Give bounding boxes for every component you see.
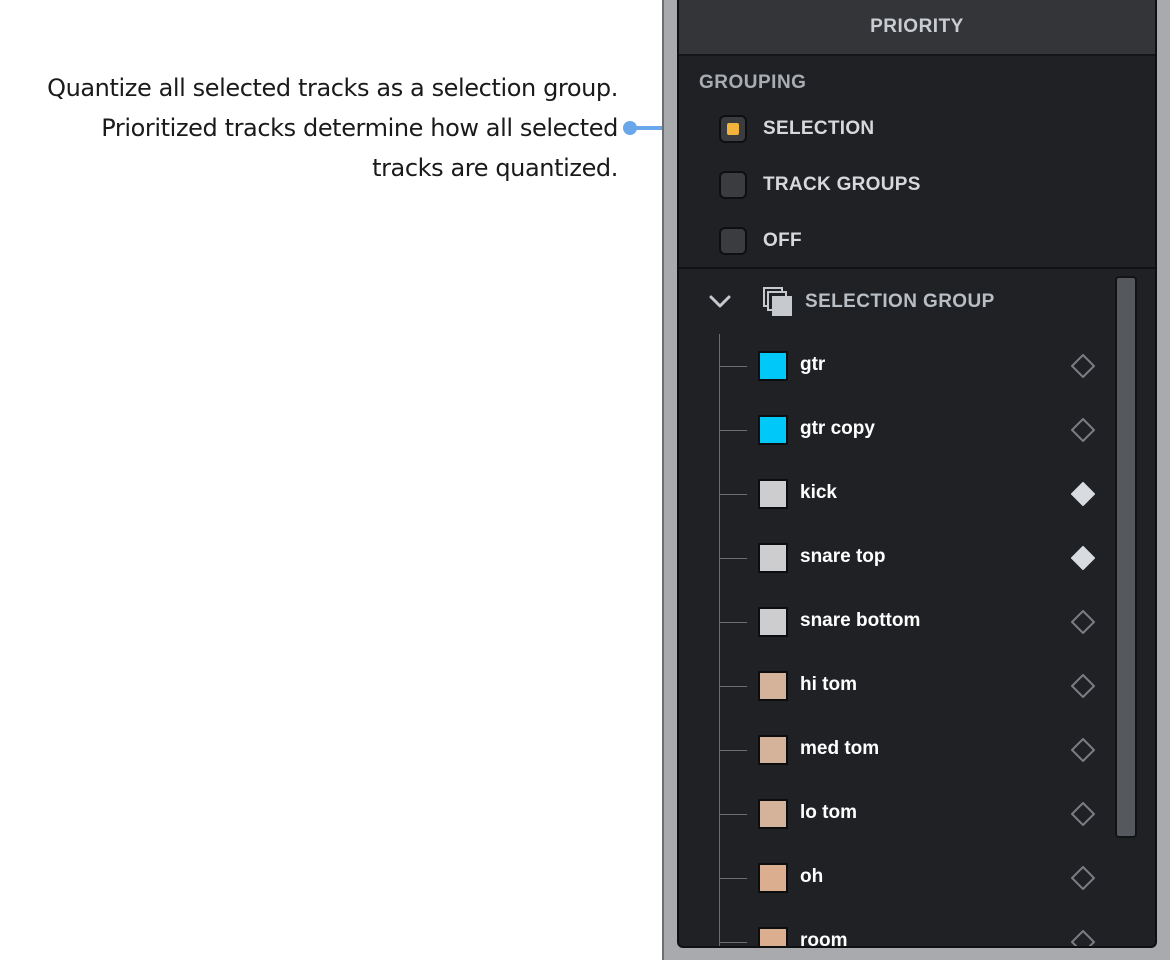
track-color-swatch — [758, 479, 788, 509]
option-label: OFF — [763, 230, 802, 251]
tree-branch — [719, 686, 747, 687]
grouping-label: GROUPING — [699, 72, 807, 93]
tree-branch — [719, 430, 747, 431]
selection-checkbox[interactable] — [719, 115, 747, 143]
section-divider — [679, 267, 1155, 269]
track-name: lo tom — [800, 802, 857, 823]
track-row[interactable]: med tom — [719, 734, 1099, 766]
track-row[interactable]: hi tom — [719, 670, 1099, 702]
tree-branch — [719, 622, 747, 623]
callout-text: Quantize all selected tracks as a select… — [0, 68, 618, 188]
track-color-swatch — [758, 543, 788, 573]
option-track-groups[interactable]: TRACK GROUPS — [719, 168, 921, 202]
priority-diamond-icon[interactable] — [1071, 354, 1095, 378]
track-name: oh — [800, 866, 824, 887]
track-row[interactable]: room — [719, 926, 1099, 948]
track-name: gtr — [800, 354, 826, 375]
callout-line: tracks are quantized. — [372, 154, 618, 182]
tree-branch — [719, 942, 747, 943]
track-row[interactable]: gtr — [719, 350, 1099, 382]
priority-diamond-icon[interactable] — [1071, 482, 1095, 506]
tree-branch — [719, 366, 747, 367]
track-row[interactable]: oh — [719, 862, 1099, 894]
option-selection[interactable]: SELECTION — [719, 112, 874, 146]
track-name: snare bottom — [800, 610, 921, 631]
track-color-swatch — [758, 415, 788, 445]
option-label: SELECTION — [763, 118, 875, 139]
track-row[interactable]: kick — [719, 478, 1099, 510]
priority-diamond-icon[interactable] — [1071, 610, 1095, 634]
track-color-swatch — [758, 735, 788, 765]
priority-diamond-icon[interactable] — [1071, 930, 1095, 948]
tree-branch — [719, 558, 747, 559]
track-groups-checkbox[interactable] — [719, 171, 747, 199]
track-name: gtr copy — [800, 418, 875, 439]
track-row[interactable]: snare bottom — [719, 606, 1099, 638]
priority-diamond-icon[interactable] — [1071, 802, 1095, 826]
off-checkbox[interactable] — [719, 227, 747, 255]
priority-diamond-icon[interactable] — [1071, 546, 1095, 570]
priority-diamond-icon[interactable] — [1071, 418, 1095, 442]
priority-header: PRIORITY — [679, 0, 1155, 56]
option-off[interactable]: OFF — [719, 224, 802, 258]
track-color-swatch — [758, 671, 788, 701]
track-color-swatch — [758, 799, 788, 829]
priority-diamond-icon[interactable] — [1071, 674, 1095, 698]
priority-panel: PRIORITY GROUPING SELECTION TRACK GROUPS… — [677, 0, 1157, 948]
stacked-tracks-icon — [763, 287, 793, 317]
option-label: TRACK GROUPS — [763, 174, 921, 195]
track-color-swatch — [758, 351, 788, 381]
priority-diamond-icon[interactable] — [1071, 738, 1095, 762]
track-color-swatch — [758, 863, 788, 893]
priority-diamond-icon[interactable] — [1071, 866, 1095, 890]
track-name: snare top — [800, 546, 886, 567]
tree-branch — [719, 494, 747, 495]
track-name: med tom — [800, 738, 880, 759]
track-name: room — [800, 930, 848, 948]
scrollbar-thumb[interactable] — [1115, 276, 1137, 838]
track-color-swatch — [758, 927, 788, 946]
callout-line: Prioritized tracks determine how all sel… — [101, 114, 618, 142]
tree-branch — [719, 750, 747, 751]
track-row[interactable]: lo tom — [719, 798, 1099, 830]
selection-group-header[interactable]: SELECTION GROUP — [705, 284, 995, 320]
track-name: kick — [800, 482, 837, 503]
callout-line: Quantize all selected tracks as a select… — [47, 74, 618, 102]
chevron-down-icon[interactable] — [705, 287, 735, 317]
group-label: SELECTION GROUP — [805, 291, 995, 312]
tree-branch — [719, 878, 747, 879]
tree-branch — [719, 814, 747, 815]
track-row[interactable]: snare top — [719, 542, 1099, 574]
track-row[interactable]: gtr copy — [719, 414, 1099, 446]
track-color-swatch — [758, 607, 788, 637]
track-name: hi tom — [800, 674, 857, 695]
